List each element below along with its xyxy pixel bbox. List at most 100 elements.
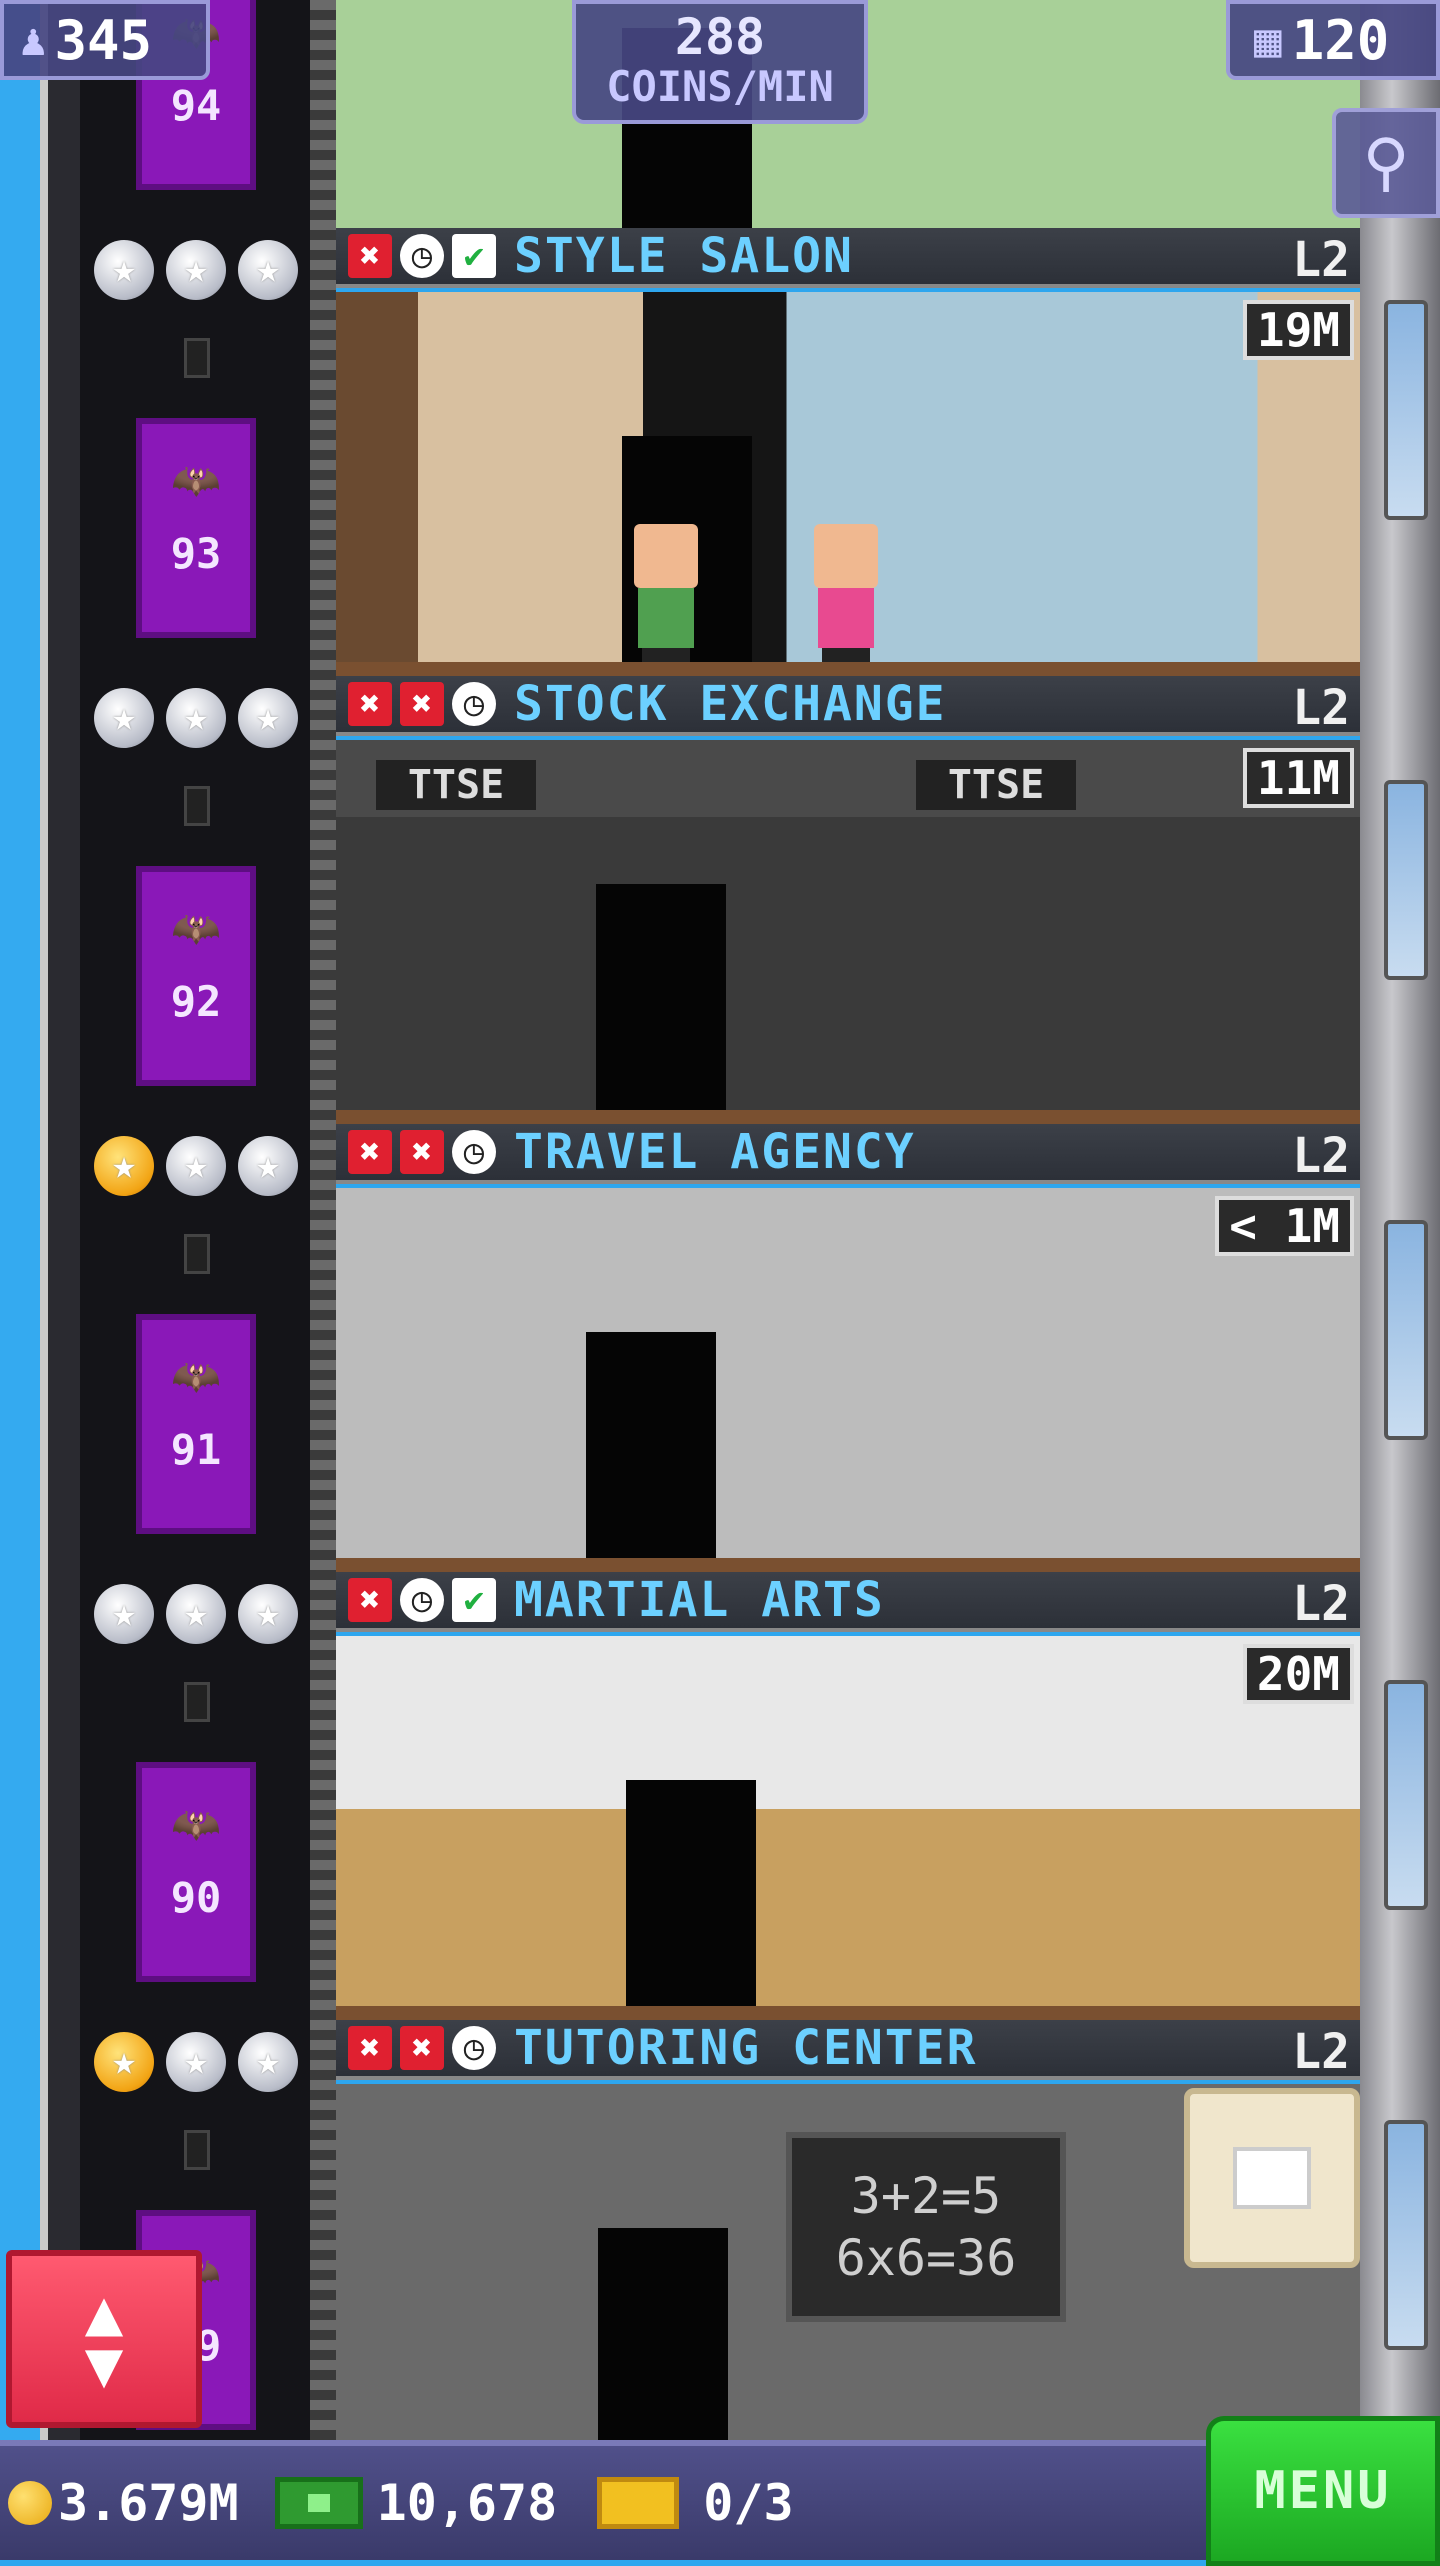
menu-button[interactable]: MENU — [1206, 2416, 1440, 2566]
floor-row[interactable]: ★ ★ ★ 🦇 90 ✖ ◷ ✔ MARTIAL ARTS L2 20M — [80, 1572, 1360, 2020]
room-value-badge: 11M — [1242, 748, 1354, 808]
room-value-badge: 19M — [1242, 300, 1354, 360]
down-arrow-icon: ▼ — [84, 2328, 124, 2402]
chalkboard: 3+2=5 6x6=36 — [786, 2132, 1066, 2322]
clock-icon: ◷ — [400, 1578, 444, 1622]
floor-strip — [336, 662, 1360, 676]
ttse-sign: TTSE — [376, 760, 536, 810]
room[interactable]: ✖ ◷ ✔ STYLE SALON L2 19M — [336, 228, 1360, 676]
person-icon: ♟ — [20, 14, 47, 66]
silver-star-icon: ★ — [94, 1584, 154, 1644]
cross-icon: ✖ — [348, 1130, 392, 1174]
room-level: L2 — [1292, 1576, 1350, 1632]
sky-background — [0, 0, 40, 2440]
room-interior[interactable]: TTSE TTSE 11M — [336, 740, 1360, 1124]
cross-icon: ✖ — [348, 2026, 392, 2070]
gold-star-icon: ★ — [94, 2032, 154, 2092]
elevator-call-light — [184, 786, 210, 826]
bat-decoration-icon: 🦇 — [171, 906, 221, 952]
stock-button[interactable] — [1184, 2088, 1360, 2268]
elevator-call-light — [184, 2130, 210, 2170]
floor-count-value: 120 — [1291, 8, 1390, 72]
room-doorway — [598, 2228, 728, 2468]
elevator-door[interactable]: 🦇 92 — [136, 866, 256, 1086]
coin-icon — [8, 2481, 52, 2525]
clock-icon: ◷ — [452, 2026, 496, 2070]
floor-number: 94 — [170, 80, 222, 130]
clock-icon: ◷ — [400, 234, 444, 278]
clock-icon: ◷ — [452, 1130, 496, 1174]
star-rating: ★ ★ ★ — [94, 2032, 298, 2092]
resident-sprite[interactable] — [626, 524, 706, 664]
exterior-window — [1384, 1220, 1428, 1440]
room-level: L2 — [1292, 1128, 1350, 1184]
floor-number: 92 — [170, 976, 222, 1026]
silver-star-icon: ★ — [94, 240, 154, 300]
bux-value[interactable]: 10,678 — [377, 2474, 558, 2532]
status-bar: 3.679M 10,678 0/3 MENU — [0, 2416, 1440, 2566]
cross-icon: ✖ — [400, 1130, 444, 1174]
check-icon: ✔ — [452, 1578, 496, 1622]
cross-icon: ✖ — [348, 234, 392, 278]
elevator-door[interactable]: 🦇 91 — [136, 1314, 256, 1534]
room-value-badge: 20M — [1242, 1644, 1354, 1704]
silver-star-icon: ★ — [238, 688, 298, 748]
star-rating: ★ ★ ★ — [94, 240, 298, 300]
room-level: L2 — [1292, 680, 1350, 736]
room-title-bar[interactable]: ✖ ◷ ✔ STYLE SALON L2 — [336, 228, 1360, 288]
floor-row[interactable]: ★ ★ ★ 🦇 91 ✖ ✖ ◷ TRAVEL AGENCY L2 < 1M — [80, 1124, 1360, 1572]
room-interior[interactable]: 19M — [336, 292, 1360, 676]
silver-star-icon: ★ — [166, 1584, 226, 1644]
room-doorway — [586, 1332, 716, 1572]
silver-star-icon: ★ — [238, 2032, 298, 2092]
silver-star-icon: ★ — [238, 240, 298, 300]
elevator-door[interactable]: 🦇 90 — [136, 1762, 256, 1982]
tickets-value[interactable]: 0/3 — [703, 2474, 793, 2532]
room-name: TUTORING CENTER — [514, 2020, 978, 2076]
bat-decoration-icon: 🦇 — [171, 1354, 221, 1400]
floor-strip — [336, 2006, 1360, 2020]
floor-strip — [336, 1558, 1360, 1572]
ticket-icon — [597, 2477, 680, 2529]
search-button[interactable]: ⚲ — [1332, 108, 1440, 218]
room-title-bar[interactable]: ✖ ✖ ◷ TRAVEL AGENCY L2 — [336, 1124, 1360, 1184]
cross-icon: ✖ — [348, 1578, 392, 1622]
silver-star-icon: ★ — [166, 2032, 226, 2092]
room-title-bar[interactable]: ✖ ✖ ◷ STOCK EXCHANGE L2 — [336, 676, 1360, 736]
room[interactable]: ✖ ✖ ◷ TRAVEL AGENCY L2 < 1M — [336, 1124, 1360, 1572]
coins-per-minute-display[interactable]: 288 COINS/MIN — [572, 0, 868, 124]
room-title-bar[interactable]: ✖ ✖ ◷ TUTORING CENTER L2 — [336, 2020, 1360, 2080]
coins-value[interactable]: 3.679M — [58, 2474, 239, 2532]
star-rating: ★ ★ ★ — [94, 1584, 298, 1644]
box-icon — [1233, 2147, 1311, 2209]
floor-counter[interactable]: ▦ 120 — [1226, 0, 1440, 80]
room[interactable]: ✖ ◷ ✔ MARTIAL ARTS L2 20M — [336, 1572, 1360, 2020]
resident-sprite[interactable] — [806, 524, 886, 664]
star-rating: ★ ★ ★ — [94, 688, 298, 748]
room-doorway — [596, 884, 726, 1124]
room-name: TRAVEL AGENCY — [514, 1124, 916, 1180]
room-level: L2 — [1292, 232, 1350, 288]
population-counter[interactable]: ♟ 345 — [0, 0, 210, 80]
room-title-bar[interactable]: ✖ ◷ ✔ MARTIAL ARTS L2 — [336, 1572, 1360, 1632]
population-value: 345 — [54, 8, 153, 72]
bat-decoration-icon: 🦇 — [171, 458, 221, 504]
elevator-call-light — [184, 1234, 210, 1274]
star-rating: ★ ★ ★ — [94, 1136, 298, 1196]
room-interior[interactable]: 20M — [336, 1636, 1360, 2020]
chalkboard-line: 3+2=5 — [850, 2167, 1002, 2225]
silver-star-icon: ★ — [238, 1584, 298, 1644]
cross-icon: ✖ — [348, 682, 392, 726]
floor-row[interactable]: ★ ★ ★ 🦇 92 ✖ ✖ ◷ STOCK EXCHANGE L2 TTSE TTSE 11M — [80, 676, 1360, 1124]
ttse-sign: TTSE — [916, 760, 1076, 810]
floor-number: 91 — [170, 1424, 222, 1474]
building-outer-wall — [40, 0, 80, 2440]
exterior-window — [1384, 300, 1428, 520]
floor-row[interactable]: ★ ★ ★ 🦇 93 ✖ ◷ ✔ STYLE SALON L2 19M — [80, 228, 1360, 676]
elevator-button[interactable]: ▲ ▼ — [6, 2250, 202, 2428]
elevator-door[interactable]: 🦇 93 — [136, 418, 256, 638]
room-interior[interactable]: < 1M — [336, 1188, 1360, 1572]
cross-icon: ✖ — [400, 682, 444, 726]
room[interactable]: ✖ ✖ ◷ STOCK EXCHANGE L2 TTSE TTSE 11M — [336, 676, 1360, 1124]
floor-row[interactable]: ★★★🦇89✖✖◷TUTORING CENTERL23+2=56x6=36 — [80, 2020, 1360, 2468]
